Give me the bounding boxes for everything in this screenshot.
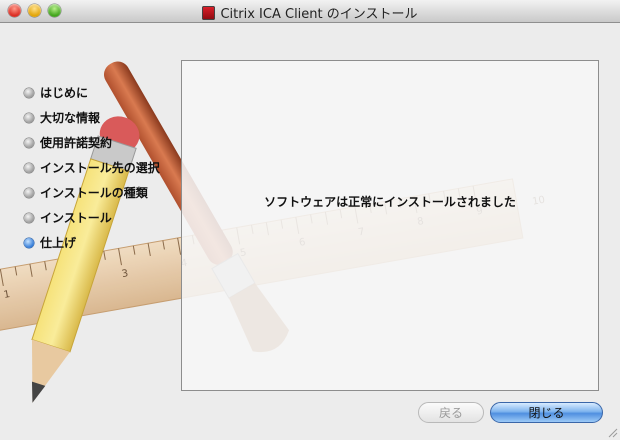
step-bullet-icon <box>24 162 34 173</box>
resize-grip-icon[interactable] <box>606 426 618 438</box>
step-label: 使用許諾契約 <box>40 136 113 150</box>
step-bullet-active-icon <box>24 237 34 248</box>
ruler-number: 1 <box>3 289 11 301</box>
step-item-summary: 仕上げ <box>24 230 184 255</box>
window-title: Citrix ICA Client のインストール <box>0 3 620 22</box>
step-label: 大切な情報 <box>40 111 101 125</box>
step-label: インストールの種類 <box>40 186 148 200</box>
window-title-text: Citrix ICA Client のインストール <box>220 7 418 22</box>
ruler-number: 2 <box>62 279 70 291</box>
ruler-number: 3 <box>121 268 129 280</box>
step-item-destination: インストール先の選択 <box>24 155 184 180</box>
step-label: 仕上げ <box>40 236 77 250</box>
step-label: インストール <box>40 211 112 225</box>
step-bullet-icon <box>24 187 34 198</box>
installer-window: Citrix ICA Client のインストール 1 2 3 はじめに 大切な… <box>0 0 620 440</box>
step-item-introduction: はじめに <box>24 80 184 105</box>
installer-steps-list: はじめに 大切な情報 使用許諾契約 インストール先の選択 インストールの種類 イ… <box>24 80 184 255</box>
step-item-installation: インストール <box>24 205 184 230</box>
install-success-message: ソフトウェアは正常にインストールされました <box>264 195 516 209</box>
step-item-read-me: 大切な情報 <box>24 105 184 130</box>
content-panel: ソフトウェアは正常にインストールされました <box>181 60 599 391</box>
close-button[interactable]: 閉じる <box>490 402 603 423</box>
step-item-license: 使用許諾契約 <box>24 130 184 155</box>
step-bullet-icon <box>24 137 34 148</box>
title-bar: Citrix ICA Client のインストール <box>0 0 620 23</box>
step-label: はじめに <box>40 86 89 100</box>
step-label: インストール先の選択 <box>40 161 160 175</box>
step-item-installation-type: インストールの種類 <box>24 180 184 205</box>
step-bullet-icon <box>24 87 34 98</box>
step-bullet-icon <box>24 112 34 123</box>
citrix-app-icon <box>202 5 216 20</box>
step-bullet-icon <box>24 212 34 223</box>
back-button[interactable]: 戻る <box>418 402 484 423</box>
